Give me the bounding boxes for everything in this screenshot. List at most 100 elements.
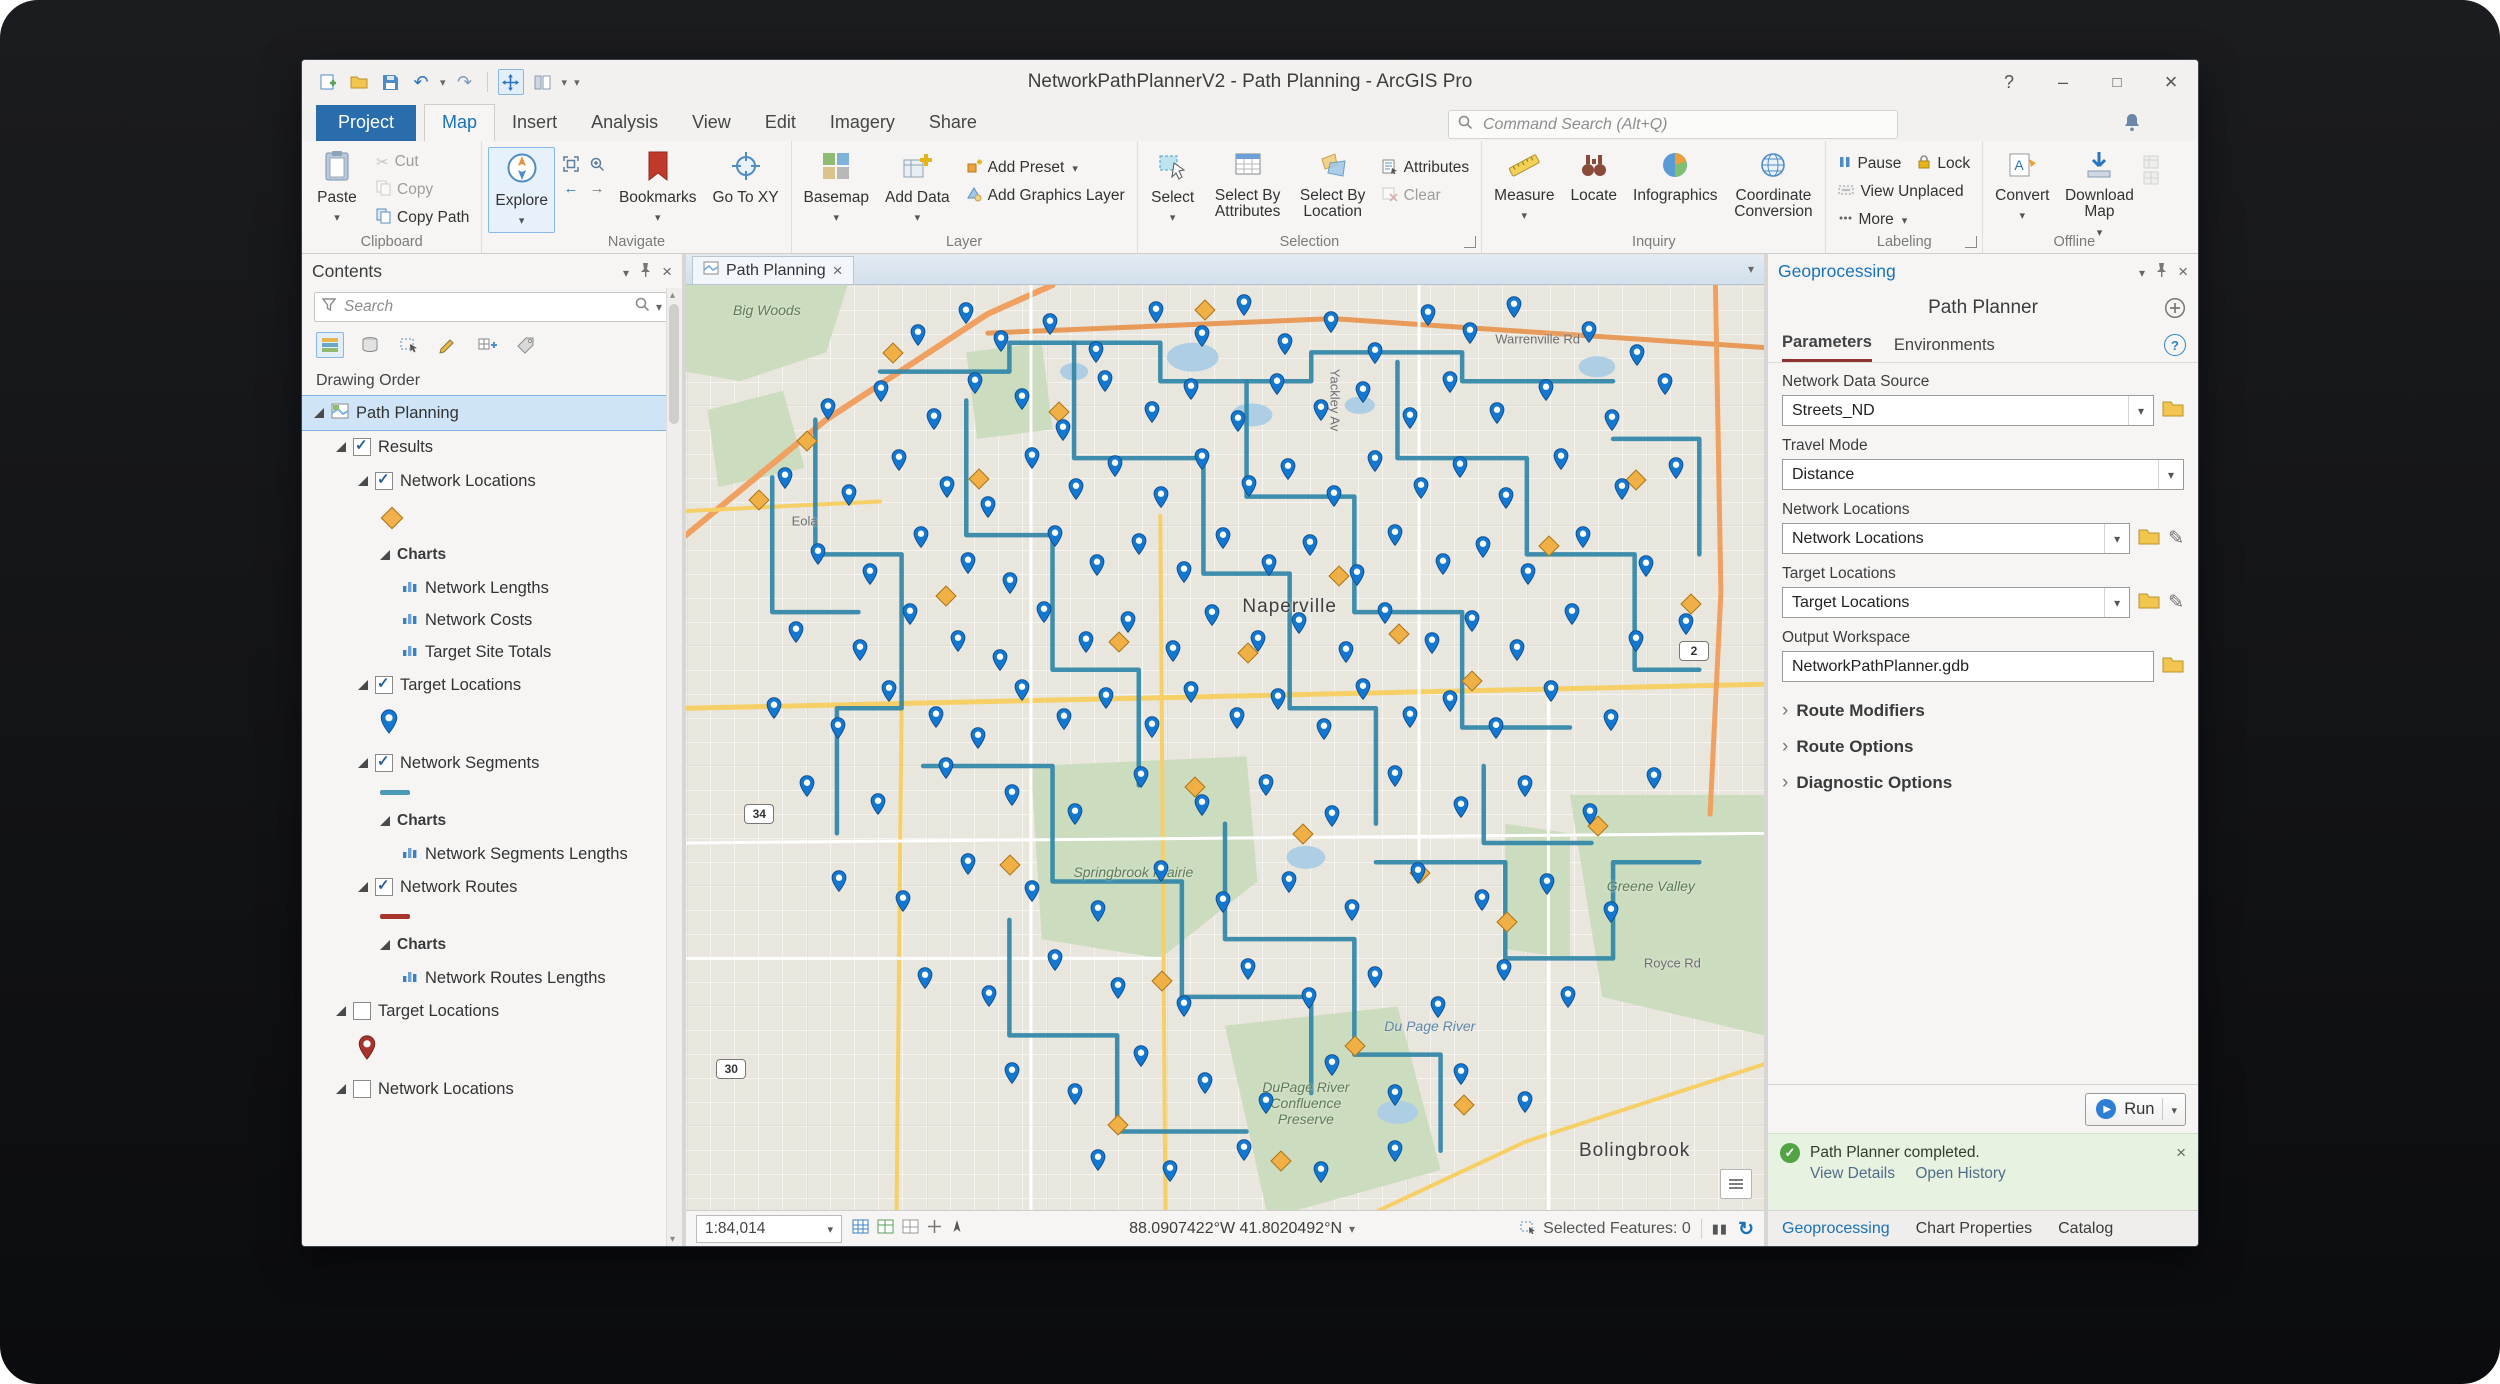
list-by-labeling-icon[interactable] [513,333,539,357]
pause-labeling-button[interactable]: Pause [1832,151,1907,177]
redo-icon[interactable] [453,70,477,94]
select-by-location-button[interactable]: Select By Location [1294,147,1372,224]
run-dropdown-icon[interactable] [2171,1100,2177,1119]
coordinates-readout[interactable]: 88.0907422°W 41.8020492°N [1129,1220,1355,1238]
add-preset-button[interactable]: Add Preset [960,155,1131,181]
tree-item-charts[interactable]: Charts [302,538,667,572]
lock-labels-button[interactable]: Lock [1911,151,1976,177]
teal-line-symbol[interactable] [380,790,410,795]
pause-drawing-icon[interactable] [1712,1220,1728,1238]
customize-toolbar-icon[interactable] [574,73,580,91]
scrollbar-thumb[interactable] [669,304,679,424]
expander-icon[interactable] [380,940,390,950]
tab-project[interactable]: Project [316,105,416,141]
tree-item-network-segments-lengths-chart[interactable]: Network Segments Lengths [302,838,667,870]
output-workspace-input[interactable] [1782,651,2154,682]
expander-icon[interactable] [380,550,390,560]
go-to-xy-button[interactable]: Go To XY [706,147,784,209]
browse-folder-icon[interactable] [2162,655,2184,678]
section-route-modifiers[interactable]: Route Modifiers [1782,693,2184,729]
minimize-button[interactable] [2036,60,2090,104]
tree-item-target-locations-unchecked[interactable]: Target Locations [302,994,667,1028]
clear-selection-button[interactable]: Clear [1376,183,1475,209]
diamond-symbol[interactable] [381,507,404,530]
measure-button[interactable]: Measure [1488,147,1560,227]
expander-icon[interactable] [358,476,368,486]
browse-folder-icon[interactable] [2138,591,2160,614]
copy-path-button[interactable]: Copy Path [370,205,475,231]
map-view-tab[interactable]: Path Planning [692,256,854,284]
contents-search-input[interactable] [342,297,629,317]
section-route-options[interactable]: Route Options [1782,729,2184,765]
map-overview-button[interactable] [1720,1169,1752,1199]
tree-item-target-locations[interactable]: Target Locations [302,668,667,702]
convert-button[interactable]: A Convert [1989,147,2055,227]
target-locations-2-checkbox[interactable] [353,1002,371,1020]
run-button[interactable]: Run [2085,1093,2186,1126]
blue-pin-symbol[interactable] [380,709,398,739]
dropdown-arrow-icon[interactable] [2128,396,2153,425]
tree-item-network-locations-unchecked[interactable]: Network Locations [302,1072,667,1106]
grid-tool-icon[interactable] [852,1219,869,1239]
tree-item-network-locations[interactable]: Network Locations [302,464,667,498]
close-panel-icon[interactable] [2178,261,2188,282]
cut-button[interactable]: ✂Cut [370,149,475,175]
add-data-button[interactable]: Add Data [879,147,956,229]
raster-tool-icon[interactable] [902,1219,919,1239]
travel-mode-combobox[interactable]: Distance [1782,459,2184,490]
add-graphics-layer-button[interactable]: Add Graphics Layer [960,183,1131,209]
previous-extent-icon[interactable]: ← [559,177,583,199]
maximize-button[interactable] [2090,60,2144,104]
tree-item-results[interactable]: Results [302,430,667,464]
notifications-bell-icon[interactable] [2122,112,2142,132]
contents-menu-chevron-icon[interactable] [623,261,629,282]
red-pin-symbol[interactable] [358,1035,376,1065]
network-locations-2-checkbox[interactable] [353,1080,371,1098]
save-project-icon[interactable] [378,70,402,94]
tree-item-network-costs-chart[interactable]: Network Costs [302,604,667,636]
contents-search[interactable] [314,292,670,322]
pin-panel-icon[interactable] [2155,261,2168,282]
edit-pencil-icon[interactable] [2168,591,2184,614]
locate-button[interactable]: Locate [1564,147,1623,207]
layers-tool-icon[interactable] [877,1219,894,1239]
help-button[interactable] [1982,60,2036,104]
next-extent-icon[interactable]: → [585,177,609,199]
tab-share[interactable]: Share [912,105,994,141]
list-by-drawing-order-icon[interactable] [316,332,344,358]
coordinate-conversion-button[interactable]: Coordinate Conversion [1727,147,1819,224]
network-locations-combobox[interactable]: Network Locations [1782,523,2130,554]
tab-imagery[interactable]: Imagery [813,105,912,141]
open-history-link[interactable]: Open History [1915,1165,2005,1182]
expander-icon[interactable] [336,442,346,452]
tree-item-network-lengths-chart[interactable]: Network Lengths [302,572,667,604]
network-segments-checkbox[interactable] [375,754,393,772]
contents-scrollbar[interactable] [666,288,682,1246]
close-notification-icon[interactable] [2176,1143,2186,1163]
tree-item-map-path-planning[interactable]: Path Planning [302,396,667,430]
help-icon[interactable] [2164,334,2186,356]
dropdown-arrow-icon[interactable] [2104,588,2129,617]
edit-pencil-icon[interactable] [2168,527,2184,550]
expander-icon[interactable] [314,408,324,418]
tab-insert[interactable]: Insert [495,105,574,141]
tree-item-charts[interactable]: Charts [302,804,667,838]
section-diagnostic-options[interactable]: Diagnostic Options [1782,765,2184,801]
add-to-project-icon[interactable] [2164,297,2186,325]
network-locations-checkbox[interactable] [375,472,393,490]
network-locations-symbol-row[interactable] [302,498,667,538]
target-locations-combobox[interactable]: Target Locations [1782,587,2130,618]
target-locations-checkbox[interactable] [375,676,393,694]
more-labeling-button[interactable]: More [1832,207,1976,233]
list-by-snapping-icon[interactable] [474,333,500,357]
tab-map[interactable]: Map [424,104,495,141]
tree-item-network-routes-lengths-chart[interactable]: Network Routes Lengths [302,962,667,994]
fixed-zoom-in-icon[interactable] [585,153,609,175]
new-project-icon[interactable] [316,70,340,94]
command-search-input[interactable] [1481,115,1888,135]
tree-item-target-site-totals-chart[interactable]: Target Site Totals [302,636,667,668]
tree-item-charts[interactable]: Charts [302,928,667,962]
geoprocessing-menu-chevron-icon[interactable] [2139,261,2145,282]
results-checkbox[interactable] [353,438,371,456]
target-locations-2-symbol-row[interactable] [302,1028,667,1072]
